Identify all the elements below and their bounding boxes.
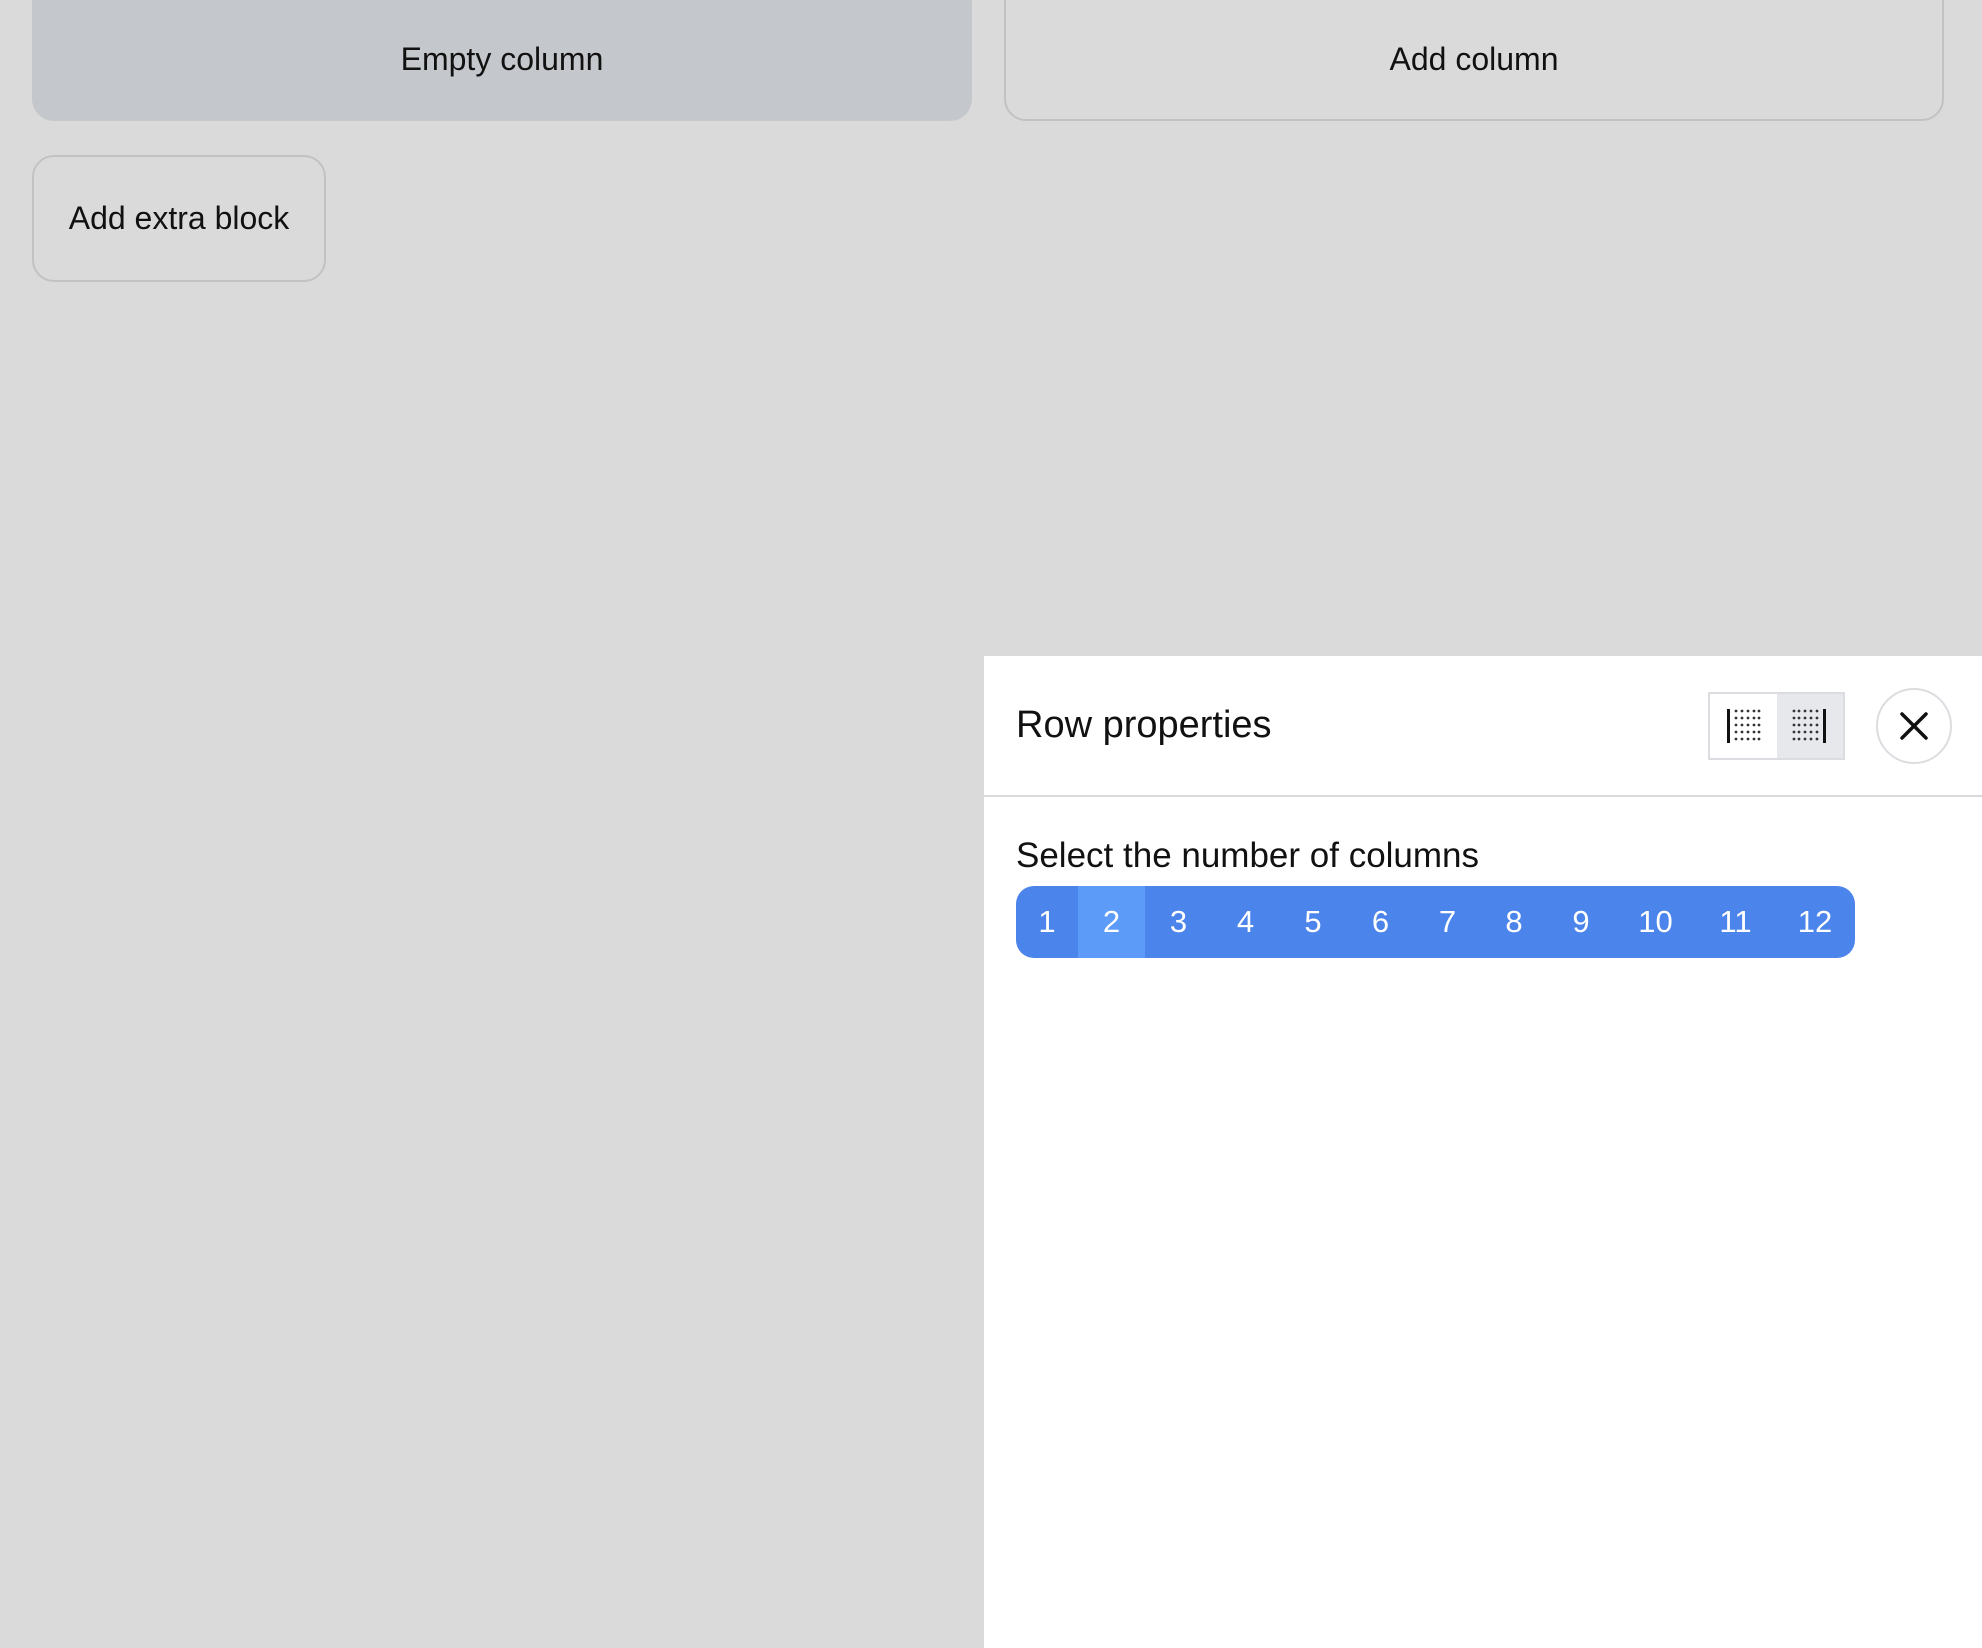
empty-column-block[interactable]: Empty column — [32, 0, 972, 121]
column-option-12[interactable]: 12 — [1775, 886, 1855, 958]
align-grid-left-icon — [1727, 709, 1761, 743]
column-option-8[interactable]: 8 — [1481, 886, 1547, 958]
add-column-label: Add column — [1389, 41, 1559, 77]
align-left-toggle[interactable] — [1710, 694, 1777, 758]
row-properties-panel: Row properties Select the number of colu… — [984, 656, 1982, 1648]
column-option-6[interactable]: 6 — [1347, 886, 1414, 958]
column-option-3[interactable]: 3 — [1145, 886, 1212, 958]
builder-canvas: Empty column Add column Add extra block … — [0, 0, 1982, 1648]
column-option-1[interactable]: 1 — [1016, 886, 1078, 958]
column-option-2[interactable]: 2 — [1078, 886, 1145, 958]
panel-title: Row properties — [1016, 704, 1272, 746]
columns-label: Select the number of columns — [1016, 836, 1480, 875]
add-column-button[interactable]: Add column — [1004, 0, 1944, 121]
empty-column-label: Empty column — [400, 41, 604, 77]
column-count-selector: 1 2 3 4 5 6 7 8 9 10 11 12 — [1016, 886, 1855, 958]
close-icon — [1900, 712, 1928, 740]
add-extra-block-button[interactable]: Add extra block — [32, 155, 326, 282]
close-panel-button[interactable] — [1876, 688, 1952, 764]
align-grid-right-icon — [1792, 709, 1826, 743]
alignment-toggle-group — [1708, 692, 1845, 760]
panel-header: Row properties — [984, 656, 1982, 797]
column-option-10[interactable]: 10 — [1615, 886, 1696, 958]
column-option-7[interactable]: 7 — [1414, 886, 1481, 958]
column-option-5[interactable]: 5 — [1279, 886, 1347, 958]
column-option-4[interactable]: 4 — [1212, 886, 1279, 958]
column-option-9[interactable]: 9 — [1547, 886, 1615, 958]
align-right-toggle[interactable] — [1776, 694, 1843, 758]
column-option-11[interactable]: 11 — [1696, 886, 1775, 958]
add-extra-block-label: Add extra block — [68, 200, 290, 236]
